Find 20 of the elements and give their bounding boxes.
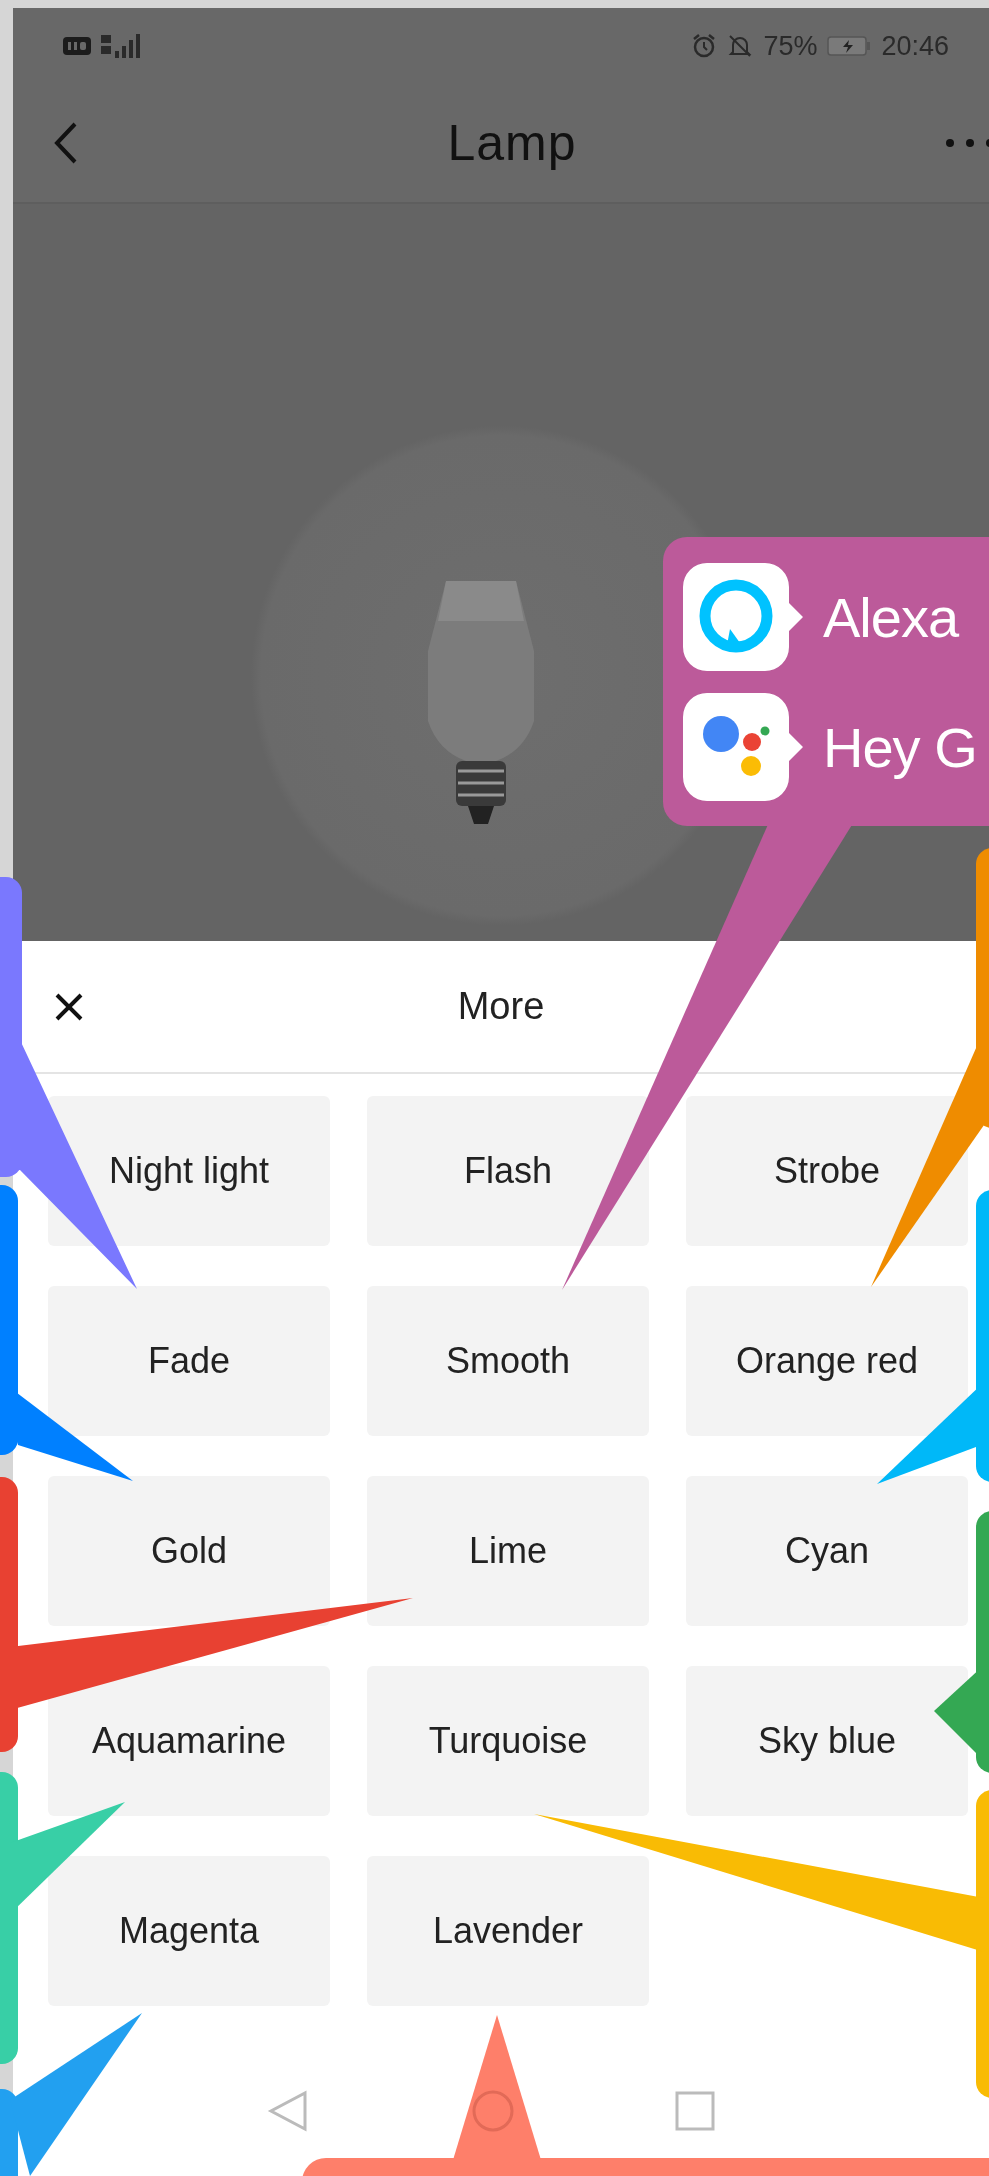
- mode-button[interactable]: Fade: [48, 1286, 330, 1436]
- sheet-title: More: [457, 985, 545, 1028]
- mode-button[interactable]: Gold: [48, 1476, 330, 1626]
- mode-button[interactable]: Turquoise: [367, 1666, 649, 1816]
- mode-button[interactable]: Cyan: [686, 1476, 968, 1626]
- battery-percent: 75%: [763, 30, 818, 62]
- mode-button[interactable]: Strobe: [686, 1096, 968, 1246]
- mode-button[interactable]: Sky blue: [686, 1666, 968, 1816]
- mode-button[interactable]: Magenta: [48, 1856, 330, 2006]
- mode-button[interactable]: Orange red: [686, 1286, 968, 1436]
- mode-button[interactable]: Flash: [367, 1096, 649, 1246]
- mode-button[interactable]: Aquamarine: [48, 1666, 330, 1816]
- mode-button[interactable]: Night light: [48, 1096, 330, 1246]
- mode-button[interactable]: Lavender: [367, 1856, 649, 2006]
- assistant-phrase: Alexa: [823, 584, 959, 650]
- mode-button[interactable]: Lime: [367, 1476, 649, 1626]
- clock-time: 20:46: [881, 30, 949, 62]
- screen-title: Lamp: [447, 114, 577, 172]
- assistant-phrase: Hey G: [823, 714, 977, 780]
- mode-button[interactable]: Smooth: [367, 1286, 649, 1436]
